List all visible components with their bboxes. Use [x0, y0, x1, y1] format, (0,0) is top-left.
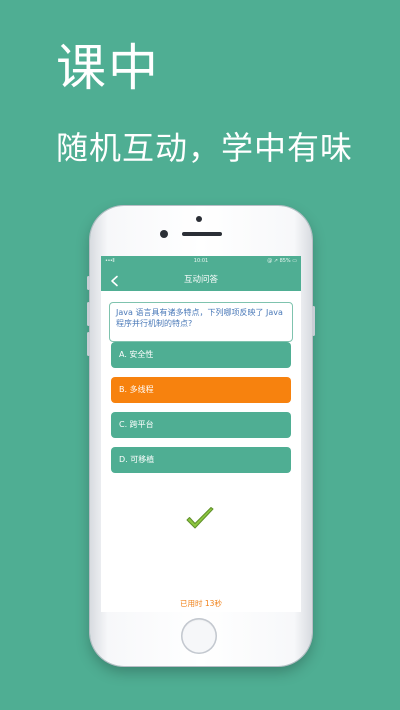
battery-indicator: @ ↗ 85% ▭	[267, 258, 297, 264]
check-icon	[185, 506, 215, 532]
page-title: 互动问答	[183, 275, 218, 285]
option-a-button[interactable]: A. 安全性	[111, 342, 291, 368]
nav-bar: 互动问答	[101, 266, 301, 291]
phone-mute-switch	[87, 276, 90, 290]
app-screen: •••ll 10:01 @ ↗ 85% ▭ 互动问答 Java 语言具有诸多特点…	[101, 256, 301, 612]
hero-title: 课中	[56, 39, 160, 97]
phone-speaker	[182, 232, 222, 236]
phone-mockup: •••ll 10:01 @ ↗ 85% ▭ 互动问答 Java 语言具有诸多特点…	[87, 206, 315, 666]
phone-power-button	[312, 306, 315, 336]
phone-home-button[interactable]	[181, 618, 217, 654]
elapsed-time: 已用时 13秒	[180, 599, 222, 608]
phone-volume-down	[87, 332, 90, 356]
option-d-button[interactable]: D. 可移植	[111, 447, 291, 473]
option-c-button[interactable]: C. 跨平台	[111, 412, 291, 438]
phone-volume-up	[87, 302, 90, 326]
option-b-button[interactable]: B. 多线程	[111, 377, 291, 403]
phone-camera	[160, 230, 168, 238]
status-bar: •••ll 10:01 @ ↗ 85% ▭	[101, 256, 301, 266]
hero-subtitle: 随机互动，学中有味	[56, 129, 354, 167]
phone-sensor	[196, 216, 202, 222]
question-text: Java 语言具有诸多特点，下列哪项反映了 Java 程序并行机制的特点?	[109, 302, 293, 342]
